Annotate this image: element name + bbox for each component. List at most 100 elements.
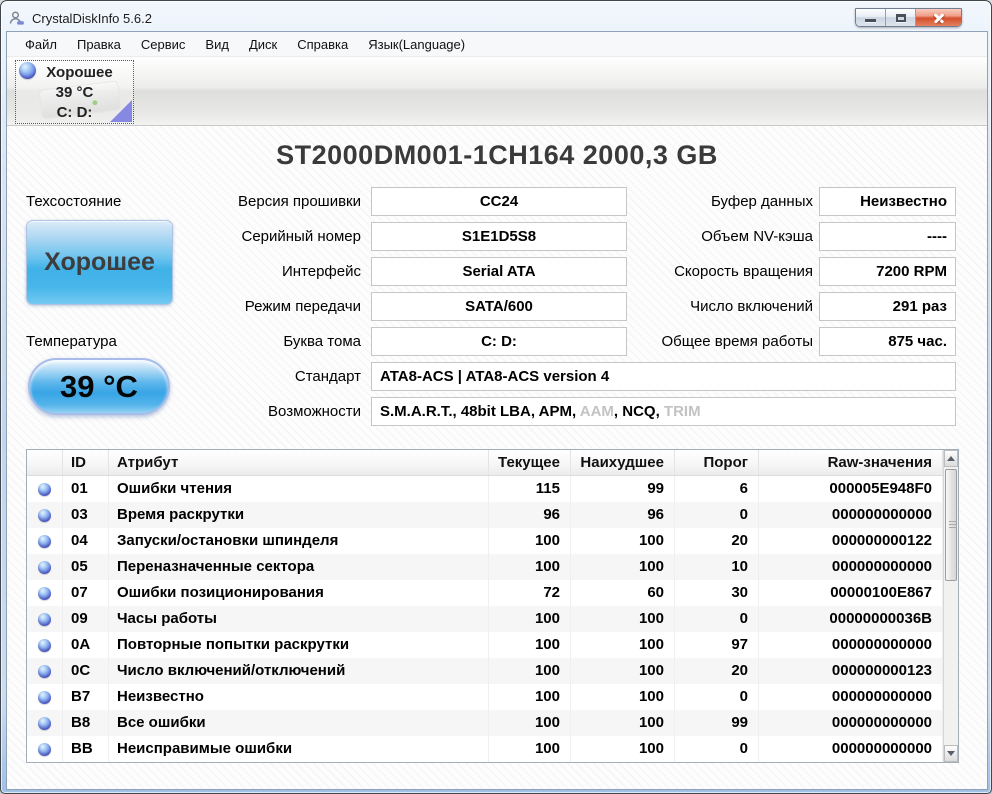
threshold-cell: 0 (675, 684, 759, 710)
column-header[interactable]: Текущее (489, 450, 571, 475)
id-cell: 04 (63, 528, 109, 554)
worst-cell: 99 (571, 476, 675, 502)
minimize-button[interactable] (856, 9, 886, 26)
threshold-cell: 10 (675, 554, 759, 580)
column-header[interactable] (27, 450, 63, 475)
table-row[interactable]: 05Переназначенные сектора100100100000000… (27, 554, 943, 580)
attribute-cell: Часы работы (109, 606, 489, 632)
table-row[interactable]: 07Ошибки позиционирования72603000000100E… (27, 580, 943, 606)
table-row[interactable]: 0CЧисло включений/отключений100100200000… (27, 658, 943, 684)
id-cell: BB (63, 736, 109, 762)
id-cell: 0C (63, 658, 109, 684)
menu-item[interactable]: Диск (239, 33, 287, 56)
attribute-cell: Запуски/остановки шпинделя (109, 528, 489, 554)
id-cell: 07 (63, 580, 109, 606)
close-button[interactable] (916, 9, 961, 26)
threshold-cell: 97 (675, 632, 759, 658)
table-row[interactable]: 01Ошибки чтения115996000005E948F0 (27, 476, 943, 502)
menu-item[interactable]: Файл (15, 33, 67, 56)
column-header[interactable]: Наихудшее (571, 450, 675, 475)
right-field-0-label: Буфер данных (607, 187, 813, 216)
temperature-text: 39 °C (60, 369, 138, 405)
status-orb-icon (38, 483, 51, 496)
raw-cell: 00000100E867 (759, 580, 943, 606)
table-row[interactable]: BBНеисправимые ошибки1001000000000000000 (27, 736, 943, 762)
status-orb-icon (38, 509, 51, 522)
raw-cell: 000000000122 (759, 528, 943, 554)
menu-bar: ФайлПравкаСервисВидДискСправкаЯзык(Langu… (7, 32, 987, 57)
current-cell: 100 (489, 606, 571, 632)
id-cell: 03 (63, 502, 109, 528)
raw-cell: 000000000123 (759, 658, 943, 684)
menu-item[interactable]: Правка (67, 33, 131, 56)
column-header[interactable]: Атрибут (109, 450, 489, 475)
features-label: Возможности (147, 397, 361, 426)
current-cell: 100 (489, 658, 571, 684)
worst-cell: 100 (571, 632, 675, 658)
worst-cell: 100 (571, 736, 675, 762)
right-field-1-label: Объем NV-кэша (607, 222, 813, 251)
status-cell (27, 580, 63, 606)
main-content: ST2000DM001-1CH164 2000,3 GB Техсостояни… (7, 126, 987, 789)
worst-cell: 100 (571, 710, 675, 736)
drive-tab[interactable]: Хорошее 39 °C C: D: (15, 60, 134, 124)
menu-item[interactable]: Язык(Language) (358, 33, 475, 56)
column-header[interactable]: Raw-значения (759, 450, 943, 475)
status-orb-icon (38, 639, 51, 652)
id-cell: B8 (63, 710, 109, 736)
table-row[interactable]: 09Часы работы100100000000000036B (27, 606, 943, 632)
attribute-cell: Число включений/отключений (109, 658, 489, 684)
feature-unsupported: AAM (580, 403, 614, 420)
raw-cell: 000005E948F0 (759, 476, 943, 502)
arrow-down-icon (947, 751, 955, 756)
current-cell: 100 (489, 528, 571, 554)
status-cell (27, 684, 63, 710)
current-cell: 96 (489, 502, 571, 528)
table-row[interactable]: 03Время раскрутки96960000000000000 (27, 502, 943, 528)
worst-cell: 100 (571, 528, 675, 554)
attribute-cell: Неисправимые ошибки (109, 736, 489, 762)
feature-unsupported: TRIM (664, 403, 701, 420)
right-field-2-label: Скорость вращения (607, 257, 813, 286)
column-header[interactable]: Порог (675, 450, 759, 475)
smart-table-header: IDАтрибутТекущееНаихудшееПорогRaw-значен… (27, 450, 943, 476)
menu-item[interactable]: Справка (287, 33, 358, 56)
attribute-cell: Переназначенные сектора (109, 554, 489, 580)
smart-table-body: IDАтрибутТекущееНаихудшееПорогRaw-значен… (27, 450, 943, 762)
status-cell (27, 476, 63, 502)
mid-field-1-label: Серийный номер (147, 222, 361, 251)
scrollbar-down-button[interactable] (944, 745, 958, 762)
menu-item[interactable]: Вид (195, 33, 239, 56)
raw-cell: 000000000000 (759, 684, 943, 710)
table-scrollbar[interactable] (943, 450, 958, 762)
feature-supported: S.M.A.R.T., 48bit LBA, APM, (380, 403, 580, 420)
smart-attributes-table: IDАтрибутТекущееНаихудшееПорогRaw-значен… (26, 449, 959, 763)
worst-cell: 96 (571, 502, 675, 528)
health-section-label: Техсостояние (26, 193, 121, 210)
table-row[interactable]: B8Все ошибки10010099000000000000 (27, 710, 943, 736)
temperature-section-label: Температура (26, 333, 117, 350)
raw-cell: 000000000000 (759, 554, 943, 580)
status-orb-icon (38, 613, 51, 626)
status-cell (27, 528, 63, 554)
table-row[interactable]: 0AПовторные попытки раскрутки10010097000… (27, 632, 943, 658)
app-icon (9, 10, 25, 26)
maximize-button[interactable] (886, 9, 916, 26)
worst-cell: 60 (571, 580, 675, 606)
table-row[interactable]: B7Неизвестно1001000000000000000 (27, 684, 943, 710)
mid-field-4-value-box: C: D: (371, 327, 627, 356)
mid-field-2-label: Интерфейс (147, 257, 361, 286)
column-header[interactable]: ID (63, 450, 109, 475)
status-orb-icon (38, 691, 51, 704)
window-title: CrystalDiskInfo 5.6.2 (32, 11, 152, 26)
scrollbar-thumb[interactable] (945, 469, 957, 581)
mid-field-0-label: Версия прошивки (147, 187, 361, 216)
current-cell: 100 (489, 736, 571, 762)
menu-item[interactable]: Сервис (131, 33, 196, 56)
table-row[interactable]: 04Запуски/остановки шпинделя100100200000… (27, 528, 943, 554)
status-orb-icon (38, 535, 51, 548)
raw-cell: 000000000000 (759, 502, 943, 528)
raw-cell: 000000000000 (759, 710, 943, 736)
threshold-cell: 0 (675, 502, 759, 528)
scrollbar-up-button[interactable] (944, 450, 958, 467)
